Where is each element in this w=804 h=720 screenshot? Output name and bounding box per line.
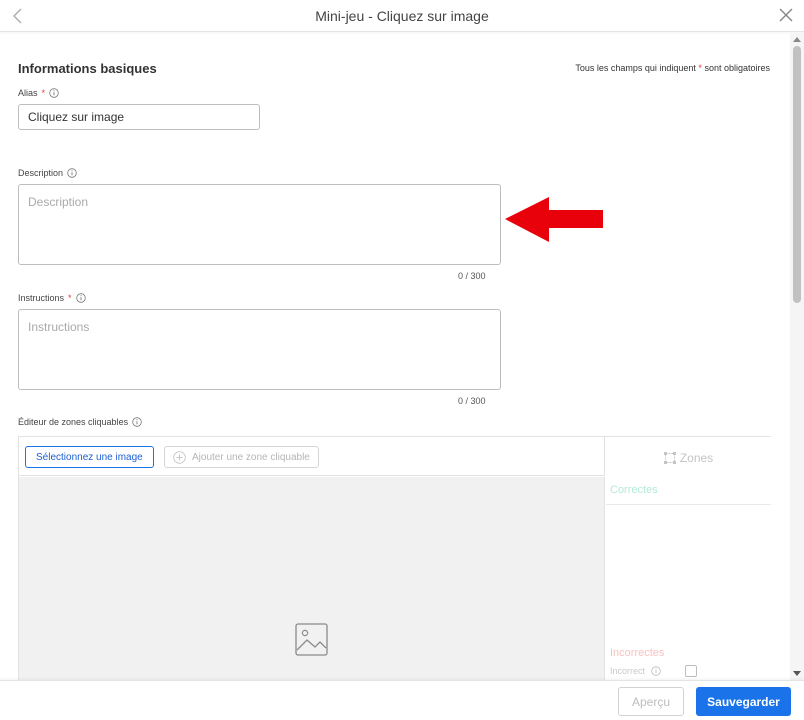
instructions-textarea[interactable]: Instructions: [18, 309, 501, 390]
scrollbar-thumb[interactable]: [793, 46, 801, 303]
scroll-up-icon[interactable]: [793, 37, 801, 42]
editor-toolbar: Sélectionnez une image Ajouter une zone …: [19, 437, 605, 476]
select-image-button[interactable]: Sélectionnez une image: [25, 446, 154, 468]
required-fields-note: Tous les champs qui indiquent * sont obl…: [575, 63, 770, 73]
zones-title: Zones: [679, 451, 714, 465]
modal-header: Mini-jeu - Cliquez sur image: [0, 0, 804, 32]
zones-panel: Zones Correctes Incorrectes Incorrect: [606, 437, 771, 680]
info-icon[interactable]: [132, 417, 142, 427]
alias-label-text: Alias: [18, 88, 38, 98]
info-icon[interactable]: [651, 666, 661, 676]
correct-zones-label: Correctes: [610, 484, 658, 496]
description-textarea[interactable]: Description: [18, 184, 501, 265]
vertical-scrollbar[interactable]: [790, 33, 804, 680]
add-circle-icon: [173, 450, 186, 464]
description-label-text: Description: [18, 168, 64, 178]
incorrect-option-label: Incorrect: [610, 666, 646, 676]
info-icon[interactable]: [49, 88, 59, 98]
zone-editor-label-text: Éditeur de zones cliquables: [18, 417, 129, 427]
save-button[interactable]: Sauvegarder: [696, 687, 791, 716]
incorrect-zones-label: Incorrectes: [610, 647, 665, 659]
description-char-counter: 0 / 300: [458, 271, 486, 281]
instructions-placeholder: Instructions: [28, 320, 90, 334]
instructions-char-counter: 0 / 300: [458, 396, 486, 406]
description-placeholder: Description: [28, 195, 89, 209]
divider: [606, 504, 771, 505]
instructions-label-text: Instructions: [18, 293, 65, 303]
description-label: Description: [18, 168, 77, 178]
incorrect-option-row: Incorrect: [610, 665, 698, 677]
incorrect-checkbox[interactable]: [685, 665, 698, 677]
zone-editor-label: Éditeur de zones cliquables: [18, 417, 142, 427]
form-content: Informations basiques Tous les champs qu…: [0, 33, 804, 680]
info-icon[interactable]: [75, 293, 86, 303]
add-zone-label: Ajouter une zone cliquable: [192, 451, 310, 463]
close-icon[interactable]: [778, 7, 794, 23]
required-star: *: [698, 63, 702, 73]
required-note-prefix: Tous les champs qui indiquent: [575, 63, 696, 73]
zone-editor: Sélectionnez une image Ajouter une zone …: [18, 436, 771, 680]
required-star: *: [41, 88, 46, 98]
add-zone-button[interactable]: Ajouter une zone cliquable: [164, 446, 319, 468]
info-icon[interactable]: [67, 168, 77, 178]
modal-title: Mini-jeu - Cliquez sur image: [315, 8, 489, 24]
zones-header: Zones: [606, 451, 771, 465]
section-title: Informations basiques: [18, 61, 157, 76]
required-note-suffix: sont obligatoires: [704, 63, 770, 73]
alias-input[interactable]: [18, 104, 260, 130]
instructions-label: Instructions *: [18, 293, 86, 303]
required-star: *: [68, 293, 72, 303]
preview-button[interactable]: Aperçu: [618, 687, 684, 716]
scroll-down-icon[interactable]: [793, 671, 801, 676]
red-arrow-annotation: [505, 197, 603, 242]
zones-icon: [663, 452, 676, 464]
modal-footer: Aperçu Sauvegarder: [0, 680, 804, 720]
image-canvas[interactable]: [19, 477, 605, 680]
alias-label: Alias *: [18, 88, 59, 98]
image-placeholder-icon: [295, 623, 328, 656]
